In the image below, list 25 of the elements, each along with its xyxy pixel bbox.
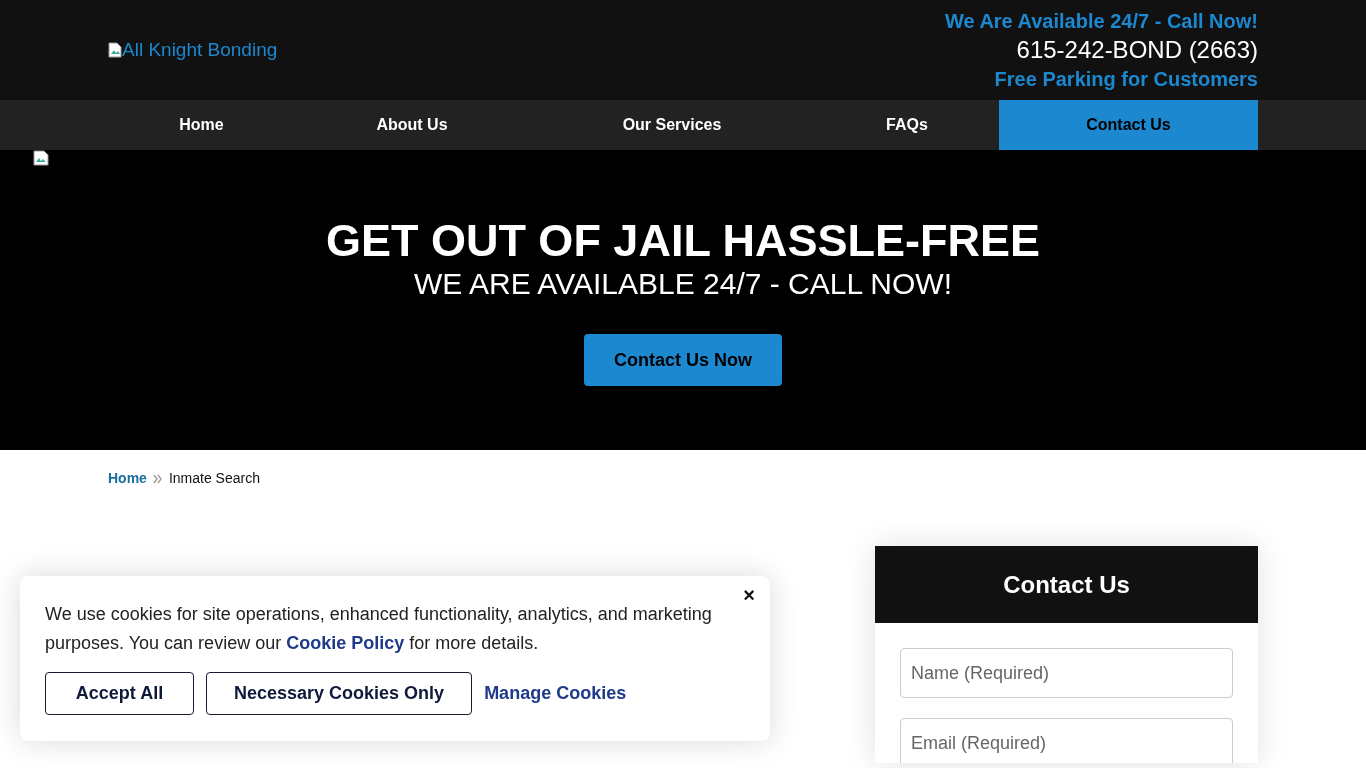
nav-item[interactable]: Our Services [529,100,815,150]
hero-subtitle: WE ARE AVAILABLE 24/7 - CALL NOW! [414,266,952,302]
cookie-notice-text: We use cookies for site operations, enhanced functionality, analytics, and marketing purposes. You can review our Cookie Policy for more details. [45,603,713,655]
nav-item[interactable]: Home [108,100,295,150]
input-field[interactable]: Email (Required) [900,718,1233,763]
breadcrumb-link[interactable]: Home [108,468,147,489]
breadcrumb-current: Inmate Search [168,469,260,488]
chevron-icon [152,473,163,484]
close-button[interactable]: × [740,584,758,606]
logo-link[interactable]: All Knight Bonding [108,35,278,65]
cookie-button[interactable]: Necessary Cookies Only [206,672,473,715]
nav-item[interactable]: Contact Us [999,100,1258,150]
phone-number[interactable]: 615-242-BOND (2663) [1016,35,1258,65]
hero-title: GET OUT OF JAIL HASSLE-FREE [325,216,1041,266]
manage-cookies-link[interactable]: Manage Cookies [484,680,627,707]
input-field[interactable]: Name (Required) [900,648,1233,698]
contact-us-now-button[interactable]: Contact Us Now [584,334,782,386]
cookie-button[interactable]: Accept All [45,672,194,715]
broken-image-icon [33,150,49,166]
availability-text: We Are Available 24/7 - Call Now! [944,9,1258,34]
nav-item[interactable]: About Us [295,100,529,150]
broken-image-icon [108,42,122,58]
parking-text: Free Parking for Customers [994,67,1258,92]
sidebar-title: Contact Us [1003,569,1130,600]
nav-item[interactable]: FAQs [815,100,999,150]
